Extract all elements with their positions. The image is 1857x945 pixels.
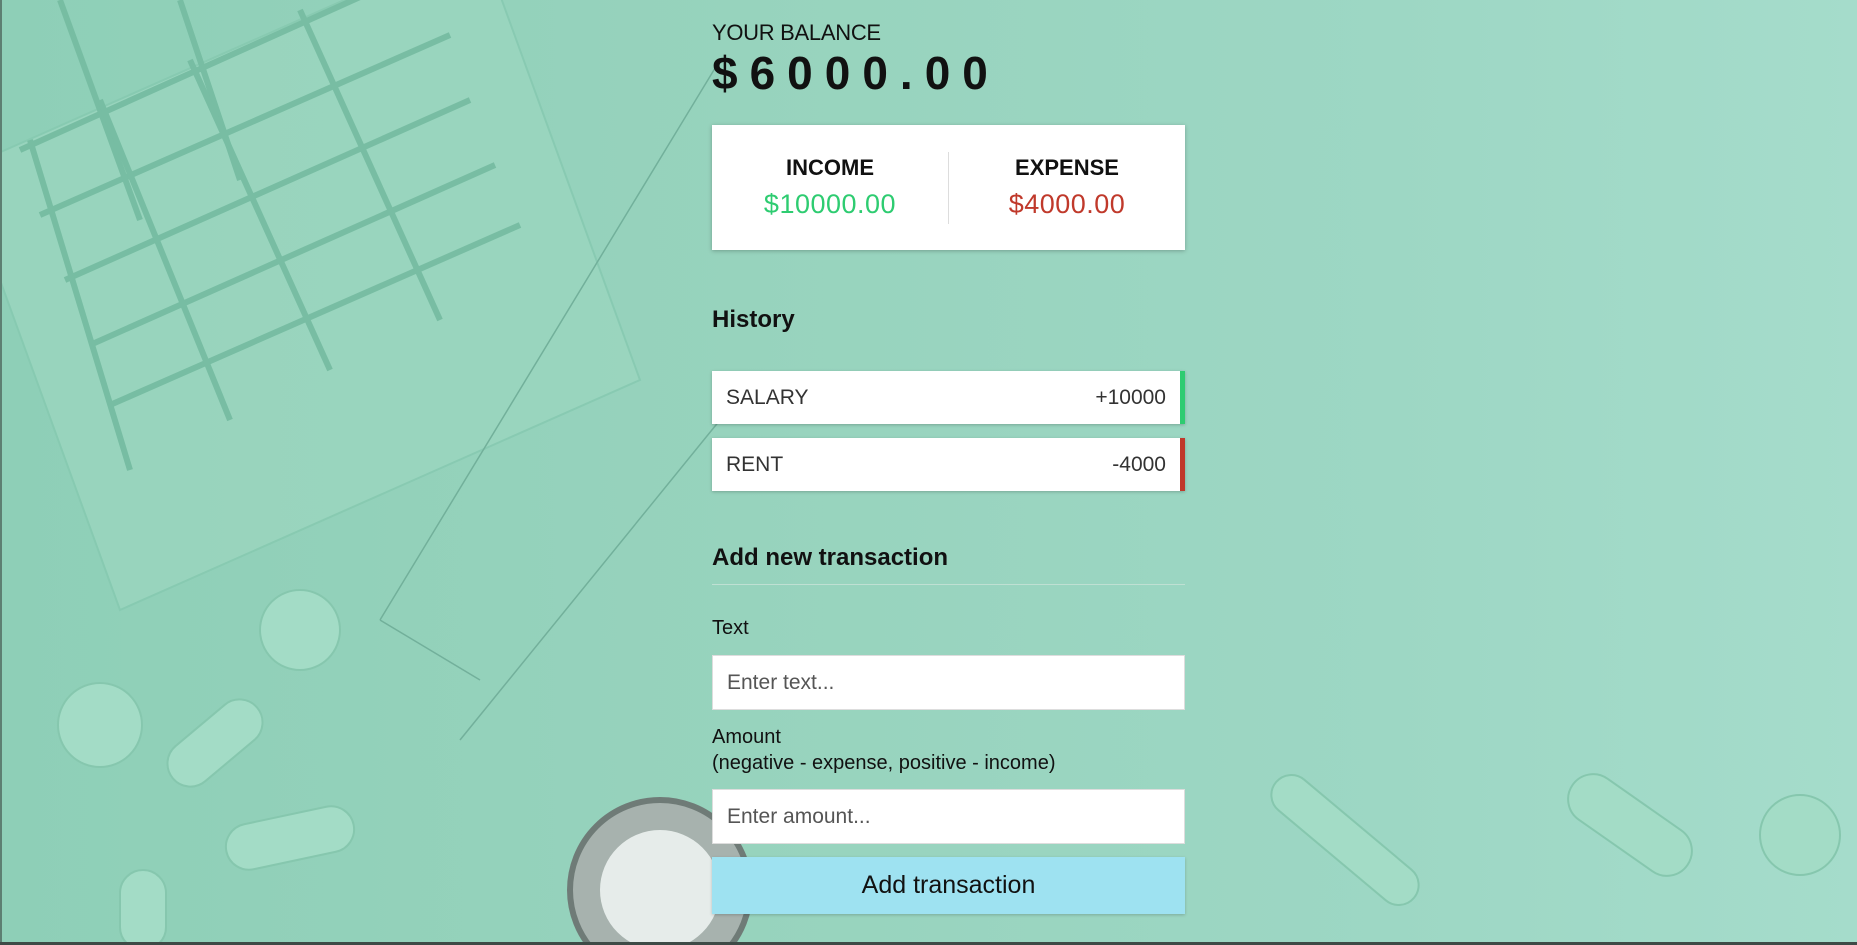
expense-section: EXPENSE $4000.00 xyxy=(949,155,1185,220)
text-input[interactable] xyxy=(712,655,1185,710)
history-list: SALARY +10000 RENT -4000 xyxy=(712,371,1185,505)
amount-hint: (negative - expense, positive - income) xyxy=(712,752,1056,774)
history-title: History xyxy=(712,306,795,333)
transaction-amount: +10000 xyxy=(1095,385,1166,409)
expense-value: $4000.00 xyxy=(1008,189,1126,219)
balance-amount: $6000.00 xyxy=(712,47,1000,99)
income-label: INCOME xyxy=(786,155,874,180)
amount-label: Amount xyxy=(712,726,781,748)
add-transaction-title: Add new transaction xyxy=(712,544,1185,585)
expense-label: EXPENSE xyxy=(1015,155,1119,180)
list-item[interactable]: SALARY +10000 xyxy=(712,371,1185,424)
income-section: INCOME $10000.00 xyxy=(712,155,948,220)
balance-label: YOUR BALANCE xyxy=(712,20,881,45)
window-left-edge xyxy=(0,0,2,945)
income-expense-card: INCOME $10000.00 EXPENSE $4000.00 xyxy=(712,125,1185,250)
text-field-label: Text xyxy=(712,617,749,639)
transaction-text: RENT xyxy=(726,452,784,476)
transaction-text: SALARY xyxy=(726,385,809,409)
transaction-amount: -4000 xyxy=(1112,452,1166,476)
add-transaction-button[interactable]: Add transaction xyxy=(712,857,1185,914)
amount-input[interactable] xyxy=(712,789,1185,844)
amount-field-label: Amount (negative - expense, positive - i… xyxy=(712,724,1056,776)
income-value: $10000.00 xyxy=(763,189,897,219)
list-item[interactable]: RENT -4000 xyxy=(712,438,1185,491)
